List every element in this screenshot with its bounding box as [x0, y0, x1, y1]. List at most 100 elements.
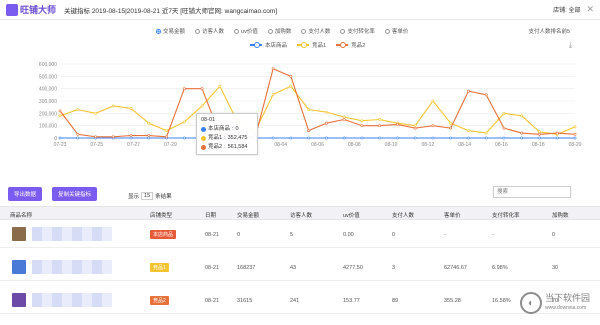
- search-input[interactable]: [493, 186, 571, 198]
- data-point[interactable]: [271, 67, 275, 71]
- data-point[interactable]: [289, 74, 293, 78]
- data-point[interactable]: [58, 136, 62, 140]
- column-header[interactable]: 支付人数: [392, 211, 414, 219]
- data-point[interactable]: [271, 93, 275, 96]
- product-thumbnail[interactable]: [12, 227, 26, 241]
- product-thumbnail[interactable]: [12, 293, 26, 307]
- data-point[interactable]: [573, 132, 577, 136]
- column-header[interactable]: uv价值: [343, 211, 360, 219]
- data-point[interactable]: [413, 124, 417, 128]
- data-point[interactable]: [289, 84, 293, 88]
- data-point[interactable]: [307, 136, 311, 140]
- filter-option[interactable]: 客单价: [384, 27, 408, 35]
- filter-option[interactable]: 支付转化率: [340, 27, 375, 35]
- close-icon[interactable]: ✕: [586, 4, 594, 15]
- data-point[interactable]: [58, 114, 62, 118]
- data-point[interactable]: [76, 132, 80, 136]
- data-point[interactable]: [467, 89, 470, 93]
- data-point[interactable]: [520, 131, 524, 135]
- table-row[interactable]: 竞品1 08-21 168237 43 4277.50 3 62746.67 6.98% 30: [0, 254, 600, 281]
- filter-option[interactable]: 交易金额: [156, 27, 185, 35]
- data-point[interactable]: [413, 126, 417, 130]
- product-thumbnail[interactable]: [12, 260, 26, 274]
- data-point[interactable]: [342, 136, 346, 140]
- data-point[interactable]: [413, 136, 417, 140]
- data-point[interactable]: [449, 126, 453, 130]
- data-point[interactable]: [431, 99, 435, 103]
- column-header[interactable]: 访客人数: [290, 211, 312, 219]
- legend-item[interactable]: 竞品2: [336, 41, 365, 49]
- column-header[interactable]: 店铺类型: [150, 211, 172, 219]
- data-point[interactable]: [538, 132, 541, 136]
- data-point[interactable]: [378, 136, 382, 140]
- data-point[interactable]: [342, 118, 346, 121]
- data-point[interactable]: [182, 87, 186, 91]
- data-point[interactable]: [520, 136, 524, 140]
- data-point[interactable]: [484, 131, 488, 135]
- shop-selector[interactable]: 店铺: 全部: [553, 5, 580, 14]
- data-point[interactable]: [129, 107, 133, 110]
- data-point[interactable]: [555, 131, 559, 135]
- data-point[interactable]: [502, 126, 506, 130]
- filter-option[interactable]: 支付人数: [301, 27, 330, 35]
- data-point[interactable]: [289, 136, 293, 140]
- data-point[interactable]: [484, 93, 488, 97]
- data-point[interactable]: [182, 136, 186, 140]
- data-point[interactable]: [58, 109, 62, 113]
- data-point[interactable]: [271, 136, 275, 140]
- data-point[interactable]: [502, 111, 506, 115]
- data-point[interactable]: [431, 124, 435, 128]
- data-point[interactable]: [147, 136, 151, 140]
- data-point[interactable]: [360, 119, 364, 123]
- column-header[interactable]: 商品名称: [10, 211, 32, 219]
- column-header[interactable]: 加购数: [552, 211, 569, 219]
- data-point[interactable]: [431, 136, 435, 140]
- column-header[interactable]: 客单价: [444, 211, 461, 219]
- data-point[interactable]: [165, 129, 168, 133]
- data-point[interactable]: [111, 135, 115, 139]
- data-point[interactable]: [76, 108, 80, 112]
- data-point[interactable]: [200, 87, 204, 91]
- data-point[interactable]: [76, 136, 80, 140]
- data-point[interactable]: [538, 136, 541, 140]
- data-point[interactable]: [182, 120, 186, 124]
- data-point[interactable]: [555, 136, 559, 140]
- data-point[interactable]: [111, 104, 115, 108]
- data-point[interactable]: [360, 124, 364, 128]
- product-name-blurred[interactable]: [32, 260, 112, 274]
- data-point[interactable]: [520, 114, 524, 118]
- product-name-blurred[interactable]: [32, 293, 112, 307]
- data-point[interactable]: [307, 108, 311, 112]
- data-point[interactable]: [538, 130, 541, 134]
- data-point[interactable]: [378, 124, 382, 128]
- table-row[interactable]: 竞品2 08-21 31615 241 153.77 89 355.28 16.58% 70: [0, 287, 600, 314]
- data-point[interactable]: [147, 134, 151, 137]
- data-point[interactable]: [218, 84, 222, 88]
- product-name-blurred[interactable]: [32, 227, 112, 241]
- data-point[interactable]: [467, 129, 470, 133]
- page-size-select[interactable]: 15: [141, 192, 154, 200]
- data-point[interactable]: [324, 136, 328, 140]
- data-point[interactable]: [502, 136, 506, 140]
- data-point[interactable]: [573, 125, 577, 129]
- table-row[interactable]: 本店商品 08-21 0 5 0.00 0 - - 0: [0, 221, 600, 248]
- data-point[interactable]: [129, 134, 133, 137]
- data-point[interactable]: [449, 136, 453, 140]
- filter-option[interactable]: 访客人数: [195, 27, 224, 35]
- copy-metrics-button[interactable]: 复制关键指标: [52, 187, 98, 201]
- data-point[interactable]: [94, 135, 97, 139]
- data-point[interactable]: [573, 136, 577, 140]
- data-point[interactable]: [378, 118, 382, 121]
- column-header[interactable]: 日期: [205, 211, 216, 219]
- data-point[interactable]: [129, 136, 133, 140]
- data-point[interactable]: [484, 136, 488, 140]
- data-point[interactable]: [324, 110, 328, 114]
- export-data-button[interactable]: 导出数据: [8, 187, 43, 201]
- data-point[interactable]: [307, 129, 311, 133]
- filter-option[interactable]: uv价值: [234, 27, 258, 35]
- column-header[interactable]: 交易金额: [237, 211, 259, 219]
- data-point[interactable]: [165, 135, 168, 139]
- data-point[interactable]: [360, 136, 364, 140]
- column-header[interactable]: 支付转化率: [492, 211, 520, 219]
- legend-item[interactable]: 竞品1: [297, 41, 326, 49]
